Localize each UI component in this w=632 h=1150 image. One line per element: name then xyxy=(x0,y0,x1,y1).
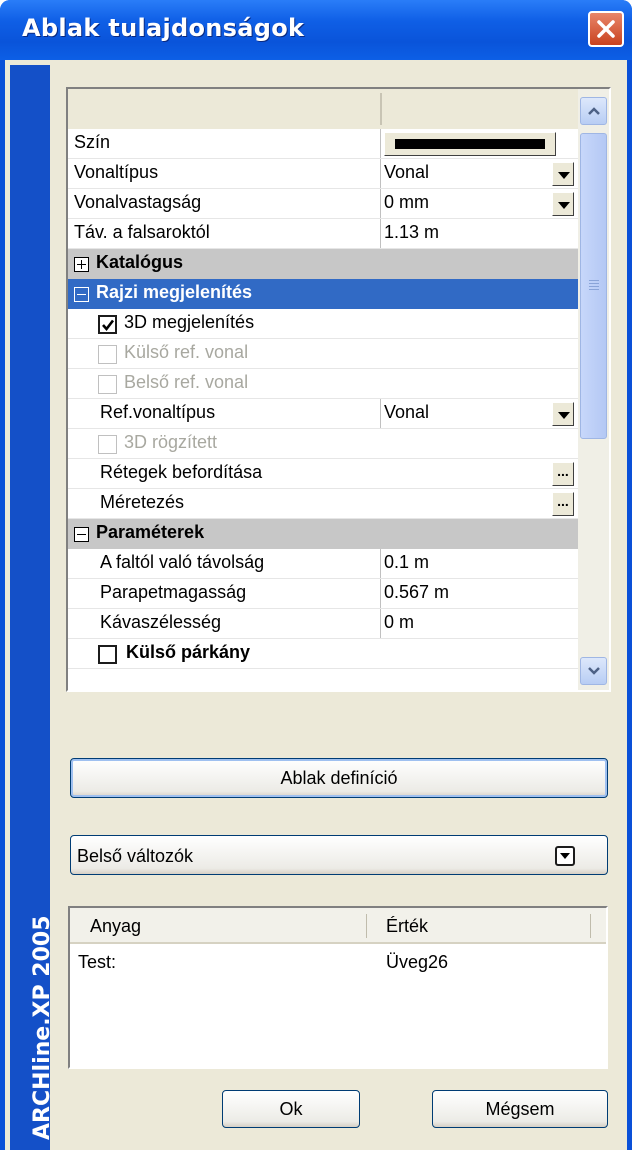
row-label: Külső párkány xyxy=(126,642,251,662)
row-label: 3D rögzített xyxy=(124,432,218,452)
checkbox-kulso-ref-vonal xyxy=(98,345,117,364)
row-kulso-parkany[interactable]: Külső párkány xyxy=(68,639,578,669)
row-belso-ref-vonal: Belső ref. vonal xyxy=(68,369,578,399)
row-value: 1.13 m xyxy=(384,222,440,242)
scroll-up-button[interactable] xyxy=(580,97,607,125)
category-rajzi-megjelenites[interactable]: Rajzi megjelenítés xyxy=(68,279,578,309)
row-kavaszelesseg[interactable]: Kávaszélesség 0 m xyxy=(68,609,578,639)
row-vonalvastagsag[interactable]: Vonalvastagság 0 mm xyxy=(68,189,578,219)
row-value: 0.1 m xyxy=(384,552,430,572)
row-szin[interactable]: Szín xyxy=(68,129,578,159)
row-label: Táv. a falsaroktól xyxy=(74,222,210,242)
expand-icon[interactable] xyxy=(74,257,89,272)
chevron-down-icon xyxy=(588,667,600,675)
row-label: Rétegek befordítása xyxy=(100,462,263,482)
category-label: Rajzi megjelenítés xyxy=(96,282,253,302)
row-kulso-ref-vonal: Külső ref. vonal xyxy=(68,339,578,369)
dialog-window: Ablak tulajdonságok ARCHline.XP 2005 Szí… xyxy=(0,0,632,1150)
checkbox-3d-rogzitett xyxy=(98,435,117,454)
ablak-definicio-button[interactable]: Ablak definíció xyxy=(70,758,608,798)
row-faltol[interactable]: A faltól való távolság 0.1 m xyxy=(68,549,578,579)
cell-anyag: Test: xyxy=(78,952,117,972)
scroll-thumb[interactable] xyxy=(580,133,607,439)
scroll-down-button[interactable] xyxy=(580,657,607,685)
title-bar[interactable]: Ablak tulajdonságok xyxy=(0,0,632,60)
category-parameterek[interactable]: Paraméterek xyxy=(68,519,578,549)
row-value: 0 m xyxy=(384,612,415,632)
row-label: Kávaszélesség xyxy=(100,612,222,632)
row-label: Méretezés xyxy=(100,492,185,512)
grid-scrollbar[interactable] xyxy=(578,89,609,690)
window-title: Ablak tulajdonságok xyxy=(22,14,305,42)
checkmark-icon xyxy=(102,319,115,332)
collapse-icon[interactable] xyxy=(74,527,89,542)
row-retegek-befordítasa[interactable]: Rétegek befordítása ... xyxy=(68,459,578,489)
row-tav[interactable]: Táv. a falsaroktól 1.13 m xyxy=(68,219,578,249)
ok-button[interactable]: Ok xyxy=(222,1090,360,1128)
brand-label: ARCHline.XP 2005 xyxy=(30,915,55,1140)
row-value: 0 mm xyxy=(384,192,429,212)
row-label: Vonaltípus xyxy=(74,162,159,182)
row-vonaltipus[interactable]: Vonaltípus Vonal xyxy=(68,159,578,189)
row-label: Parapetmagasság xyxy=(100,582,247,602)
list-item[interactable]: Test: Üveg26 xyxy=(70,946,606,976)
row-label: Szín xyxy=(74,132,111,152)
close-icon xyxy=(597,20,615,38)
grid-header xyxy=(68,89,578,129)
row-3d-megjelenites[interactable]: 3D megjelenítés xyxy=(68,309,578,339)
category-katalogus[interactable]: Katalógus xyxy=(68,249,578,279)
row-ref-vonaltipus[interactable]: Ref.vonaltípus Vonal xyxy=(68,399,578,429)
combo-selected-value: Belső változók xyxy=(77,846,194,866)
cell-ertek: Üveg26 xyxy=(386,952,449,972)
column-header-anyag[interactable]: Anyag xyxy=(90,916,141,937)
cancel-button[interactable]: Mégsem xyxy=(432,1090,608,1128)
ellipsis-button[interactable]: ... xyxy=(552,462,574,486)
category-label: Katalógus xyxy=(96,252,184,272)
ellipsis-button[interactable]: ... xyxy=(552,492,574,516)
row-label: Ref.vonaltípus xyxy=(100,402,216,422)
dropdown-arrow-icon[interactable] xyxy=(555,846,575,866)
close-button[interactable] xyxy=(588,11,624,47)
variables-combo[interactable]: Belső változók xyxy=(70,835,608,875)
checkbox-3d-megjelenites[interactable] xyxy=(98,315,117,334)
dropdown-button[interactable] xyxy=(552,192,574,216)
row-meretezes[interactable]: Méretezés ... xyxy=(68,489,578,519)
row-3d-rogzitett: 3D rögzített xyxy=(68,429,578,459)
collapse-icon[interactable] xyxy=(74,287,89,302)
row-label: Vonalvastagság xyxy=(74,192,202,212)
row-value: Vonal xyxy=(384,162,430,182)
row-value: Vonal xyxy=(384,402,430,422)
row-label: 3D megjelenítés xyxy=(124,312,255,332)
row-label: Belső ref. vonal xyxy=(124,372,249,392)
category-label: Paraméterek xyxy=(96,522,205,542)
row-label: A faltól való távolság xyxy=(100,552,265,572)
dropdown-button[interactable] xyxy=(552,162,574,186)
row-value: 0.567 m xyxy=(384,582,450,602)
row-label: Külső ref. vonal xyxy=(124,342,249,362)
checkbox-belso-ref-vonal xyxy=(98,375,117,394)
color-picker-button[interactable] xyxy=(384,132,556,156)
chevron-up-icon xyxy=(588,107,600,115)
list-header: Anyag Érték xyxy=(70,908,606,944)
color-swatch xyxy=(395,139,545,149)
material-list: Anyag Érték Test: Üveg26 xyxy=(68,906,608,1069)
property-grid: Szín Vonaltípus Vonal Vonalvastagság 0 m… xyxy=(66,87,611,692)
column-header-ertek[interactable]: Érték xyxy=(386,916,428,937)
dropdown-button[interactable] xyxy=(552,402,574,426)
row-parapetmagassag[interactable]: Parapetmagasság 0.567 m xyxy=(68,579,578,609)
checkbox-kulso-parkany[interactable] xyxy=(98,645,117,664)
